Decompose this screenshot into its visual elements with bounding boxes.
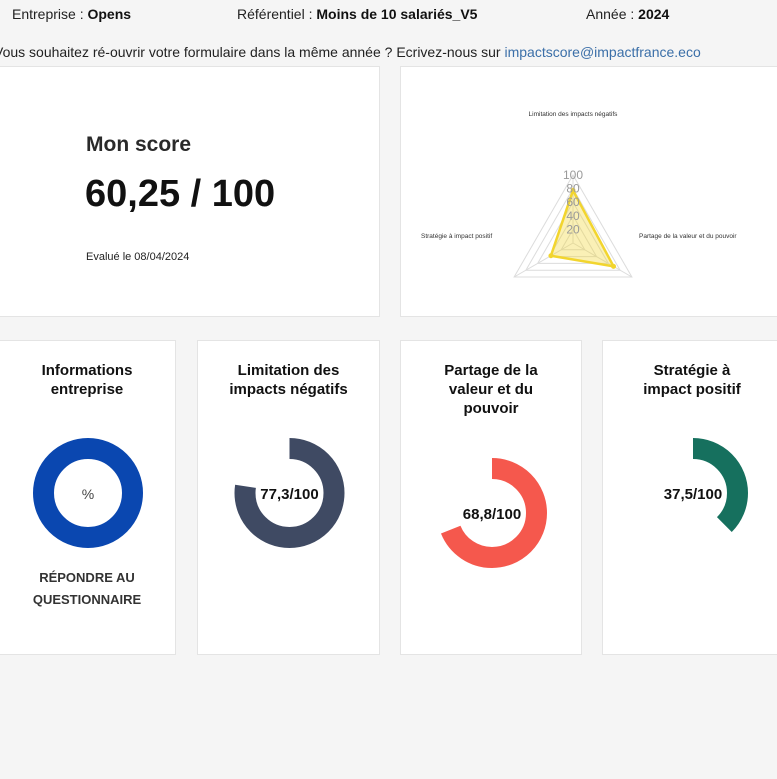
radar-card: 20 40 60 80 100 Limitation des impacts négati… <box>400 66 777 317</box>
radar-axis-label: Limitation des impacts négatifs <box>529 111 619 118</box>
annee-value: 2024 <box>638 6 670 22</box>
evaluation-date: Evalué le 08/04/2024 <box>86 251 190 263</box>
entreprise-label: Entreprise : <box>12 6 84 22</box>
entreprise-info: Entreprise : Opens <box>12 6 131 22</box>
donut-chart: 37,5/100 <box>638 438 748 548</box>
referentiel-value: Moins de 10 salariés_V5 <box>316 6 478 22</box>
dimension-card-partage: Partage de la valeur et du pouvoir 68,8/10… <box>400 340 582 655</box>
cta-label-line: QUESTIONNAIRE <box>32 592 142 607</box>
score-value: 60,25 / 100 <box>85 173 276 215</box>
referentiel-label: Référentiel : <box>237 6 313 22</box>
donut-center-label: 68,8/100 <box>463 506 521 523</box>
radar-chart: 20406080100 Limitation des impacts négati… <box>421 111 737 278</box>
contact-email-link[interactable]: impactscore@impactfrance.eco <box>504 44 700 60</box>
dimension-card-informations: Informations entreprise % RÉPONDRE AU QUES… <box>0 340 176 655</box>
dimension-card-strategie: Stratégie à impact positif 37,5/100 <box>602 340 777 655</box>
radar-tick-label: 20 <box>566 222 580 236</box>
donut-center-label: 77,3/100 <box>260 486 318 503</box>
reopen-notice-text: Vous souhaitez ré-ouvrir votre formulair… <box>0 44 505 60</box>
answer-questionnaire-button[interactable]: RÉPONDRE AU QUESTIONNAIRE <box>0 567 175 611</box>
annee-info: Année : 2024 <box>586 6 669 22</box>
reopen-notice: Vous souhaitez ré-ouvrir votre formulair… <box>0 44 701 60</box>
dimension-card-limitation: Limitation des impacts négatifs 77,3/100 <box>197 340 380 655</box>
radar-tick-label: 60 <box>566 195 580 209</box>
score-card: Mon score 60,25 / 100 Evalué le 08/04/20… <box>0 66 380 317</box>
header-bar: Entreprise : Opens Référentiel : Moins d… <box>0 0 777 30</box>
donut-center-label: % <box>82 486 94 502</box>
radar-point <box>548 253 554 259</box>
radar-tick-label: 40 <box>566 209 580 223</box>
donut-chart: 77,3/100 <box>234 438 345 548</box>
referentiel-info: Référentiel : Moins de 10 salariés_V5 <box>237 6 477 22</box>
radar-tick-label: 80 <box>566 182 580 196</box>
annee-label: Année : <box>586 6 635 22</box>
radar-tick-label: 100 <box>563 168 583 182</box>
radar-axis-label: Stratégie à impact positif <box>421 233 492 240</box>
cta-label-line: RÉPONDRE AU <box>39 570 135 585</box>
radar-axis-label: Partage de la valeur et du pouvoir <box>639 233 737 240</box>
entreprise-value: Opens <box>87 6 132 22</box>
radar-point <box>611 263 617 269</box>
score-title: Mon score <box>86 133 192 156</box>
donut-chart: 68,8/100 <box>437 458 547 568</box>
donut-center-label: 37,5/100 <box>664 486 722 503</box>
